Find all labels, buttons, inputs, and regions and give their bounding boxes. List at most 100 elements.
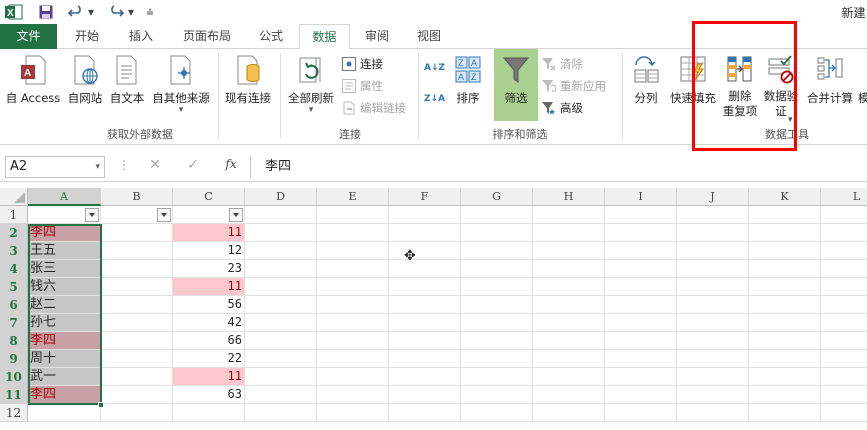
empty-cell[interactable] [101, 242, 173, 260]
column-header-c[interactable]: C [173, 188, 245, 206]
empty-cell[interactable] [533, 368, 605, 386]
empty-cell[interactable] [533, 296, 605, 314]
from-other-sources-button[interactable]: 自其他来源 ▾ [148, 49, 214, 121]
column-header-k[interactable]: K [749, 188, 821, 206]
column-header-h[interactable]: H [533, 188, 605, 206]
redo-dropdown-icon[interactable]: ▾ [126, 3, 136, 21]
empty-cell[interactable] [461, 296, 533, 314]
column-header-d[interactable]: D [245, 188, 317, 206]
undo-icon[interactable] [66, 3, 86, 21]
empty-cell[interactable] [317, 242, 389, 260]
row-header-11[interactable]: 11 [0, 386, 28, 404]
empty-cell[interactable] [389, 242, 461, 260]
empty-cell[interactable] [749, 206, 821, 224]
empty-cell[interactable] [533, 386, 605, 404]
filter-button-a[interactable] [85, 208, 99, 222]
empty-cell[interactable] [245, 332, 317, 350]
empty-cell[interactable] [749, 278, 821, 296]
empty-cell[interactable] [389, 206, 461, 224]
column-header-l[interactable]: L [821, 188, 867, 206]
tab-formulas[interactable]: 公式 [248, 24, 294, 49]
empty-cell[interactable] [821, 206, 867, 224]
empty-cell[interactable] [677, 224, 749, 242]
cell-c10[interactable]: 11 [173, 368, 245, 386]
empty-cell[interactable] [317, 332, 389, 350]
empty-cell[interactable] [389, 278, 461, 296]
empty-cell[interactable] [461, 314, 533, 332]
reapply-button[interactable]: 重新应用 [542, 76, 606, 96]
edit-links-button[interactable]: 编辑链接 [342, 98, 406, 118]
empty-cell[interactable] [821, 332, 867, 350]
select-all-corner[interactable] [0, 188, 28, 206]
empty-cell[interactable] [749, 314, 821, 332]
enter-check-icon[interactable]: ✓ [184, 157, 202, 173]
cell-c5[interactable]: 11 [173, 278, 245, 296]
redo-icon[interactable] [106, 3, 126, 21]
empty-cell[interactable] [317, 368, 389, 386]
row-header-5[interactable]: 5 [0, 278, 28, 296]
empty-cell[interactable] [101, 296, 173, 314]
tab-page-layout[interactable]: 页面布局 [172, 24, 242, 49]
cell-c8[interactable]: 66 [173, 332, 245, 350]
empty-cell[interactable] [605, 386, 677, 404]
empty-cell[interactable] [461, 278, 533, 296]
empty-cell[interactable] [389, 350, 461, 368]
empty-cell[interactable] [389, 332, 461, 350]
cell-c4[interactable]: 23 [173, 260, 245, 278]
empty-cell[interactable] [533, 350, 605, 368]
filter-button-b[interactable] [157, 208, 171, 222]
empty-cell[interactable] [461, 404, 533, 422]
column-header-a[interactable]: A [28, 188, 101, 206]
empty-cell[interactable] [173, 404, 245, 422]
refresh-all-button[interactable]: 全部刷新 ▾ [284, 49, 338, 121]
empty-cell[interactable] [821, 242, 867, 260]
empty-cell[interactable] [317, 404, 389, 422]
row-header-12[interactable]: 12 [0, 404, 28, 422]
cell-c9[interactable]: 22 [173, 350, 245, 368]
empty-cell[interactable] [605, 296, 677, 314]
empty-cell[interactable] [677, 242, 749, 260]
empty-cell[interactable] [677, 368, 749, 386]
empty-cell[interactable] [461, 350, 533, 368]
cell-c7[interactable]: 42 [173, 314, 245, 332]
empty-cell[interactable] [461, 386, 533, 404]
tab-file[interactable]: 文件 [0, 24, 57, 49]
empty-cell[interactable] [821, 404, 867, 422]
row-header-3[interactable]: 3 [0, 242, 28, 260]
empty-cell[interactable] [245, 404, 317, 422]
empty-cell[interactable] [317, 206, 389, 224]
empty-cell[interactable] [461, 224, 533, 242]
row-header-2[interactable]: 2 [0, 224, 28, 242]
empty-cell[interactable] [677, 404, 749, 422]
empty-cell[interactable] [749, 260, 821, 278]
empty-cell[interactable] [749, 332, 821, 350]
empty-cell[interactable] [389, 404, 461, 422]
cell-c11[interactable]: 63 [173, 386, 245, 404]
tab-data[interactable]: 数据 [299, 24, 350, 50]
clear-filter-button[interactable]: 清除 [542, 54, 583, 74]
empty-cell[interactable] [605, 404, 677, 422]
empty-cell[interactable] [101, 368, 173, 386]
more-tools-button[interactable]: 模 [858, 49, 867, 121]
tab-insert[interactable]: 插入 [118, 24, 164, 49]
empty-cell[interactable] [677, 332, 749, 350]
empty-cell[interactable] [533, 332, 605, 350]
empty-cell[interactable] [677, 386, 749, 404]
empty-cell[interactable] [317, 260, 389, 278]
formula-input[interactable]: 李四 [250, 156, 867, 178]
column-header-f[interactable]: F [389, 188, 461, 206]
consolidate-button[interactable]: 合并计算 [802, 49, 858, 121]
empty-cell[interactable] [605, 242, 677, 260]
customize-toolbar-icon[interactable]: ⩮ [144, 3, 156, 21]
cell-c2[interactable]: 11 [173, 224, 245, 242]
sort-ascending-button[interactable]: A↓Z [424, 58, 445, 78]
empty-cell[interactable] [101, 260, 173, 278]
text-to-columns-button[interactable]: 分列 [626, 49, 666, 121]
empty-cell[interactable] [389, 386, 461, 404]
empty-cell[interactable] [533, 224, 605, 242]
empty-cell[interactable] [821, 350, 867, 368]
empty-cell[interactable] [821, 386, 867, 404]
empty-cell[interactable] [605, 260, 677, 278]
empty-cell[interactable] [533, 404, 605, 422]
empty-cell[interactable] [389, 260, 461, 278]
